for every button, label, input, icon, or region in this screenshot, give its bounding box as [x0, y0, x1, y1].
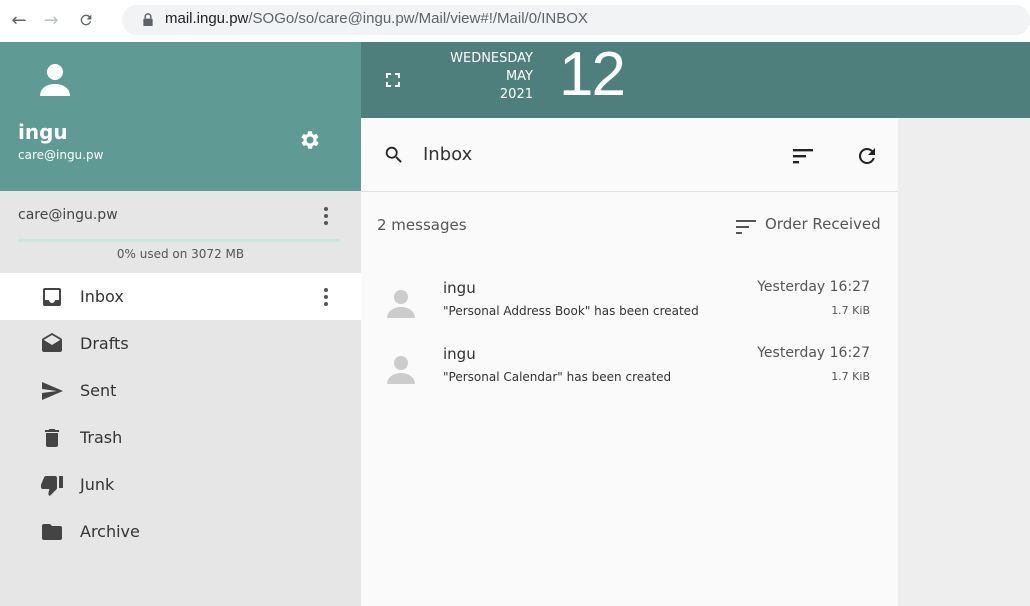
message-row[interactable]: ingu "Personal Address Book" has been cr… — [361, 276, 898, 340]
sender-avatar-icon — [387, 290, 415, 318]
folder-icon — [42, 524, 62, 540]
month: MAY — [505, 69, 533, 84]
reload-icon[interactable] — [75, 9, 97, 31]
avatar-icon — [40, 64, 70, 96]
sender-avatar-icon — [387, 356, 415, 384]
address-bar[interactable]: mail.ingu.pw/SOGo/so/care@ingu.pw/Mail/v… — [122, 5, 1030, 35]
fullscreen-icon[interactable] — [385, 72, 401, 88]
message-count: 2 messages — [377, 216, 467, 234]
message-list-panel: Inbox 2 messages Order Received ingu "Pe… — [361, 118, 898, 606]
send-icon — [42, 382, 63, 400]
list-toolbar: Inbox — [361, 118, 898, 192]
day-number: 12 — [559, 40, 626, 109]
more-vert-icon[interactable] — [318, 205, 334, 227]
gear-icon[interactable] — [298, 128, 322, 152]
message-view-pane — [898, 118, 1030, 606]
message-sender: ingu — [443, 279, 476, 297]
folder-sent[interactable]: Sent — [0, 367, 361, 414]
message-subject: "Personal Calendar" has been created — [443, 370, 672, 384]
message-row[interactable]: ingu "Personal Calendar" has been create… — [361, 342, 898, 406]
quota-text: 0% used on 3072 MB — [116, 247, 245, 261]
forward-arrow-icon[interactable]: → — [40, 9, 62, 31]
folder-label: Archive — [80, 522, 140, 541]
folder-archive[interactable]: Archive — [0, 508, 361, 555]
date-text: WEDNESDAY MAY 2021 — [421, 50, 533, 104]
folder-title: Inbox — [423, 144, 473, 165]
more-vert-icon[interactable] — [318, 285, 334, 309]
quota-bar — [18, 239, 340, 242]
user-email: care@ingu.pw — [18, 148, 104, 162]
order-label[interactable]: Order Received — [765, 215, 881, 233]
message-date: Yesterday 16:27 — [757, 279, 870, 295]
folder-inbox[interactable]: Inbox — [0, 273, 361, 320]
account-row[interactable]: care@ingu.pw — [0, 191, 361, 241]
inbox-icon — [43, 288, 61, 306]
folder-trash[interactable]: Trash — [0, 414, 361, 461]
search-icon[interactable] — [383, 144, 405, 166]
folder-junk[interactable]: Junk — [0, 461, 361, 508]
message-size: 1.7 KiB — [831, 304, 870, 317]
folder-label: Trash — [80, 428, 123, 447]
folder-drafts[interactable]: Drafts — [0, 320, 361, 367]
url-text: mail.ingu.pw/SOGo/so/care@ingu.pw/Mail/v… — [165, 10, 588, 27]
message-date: Yesterday 16:27 — [757, 345, 870, 361]
message-size: 1.7 KiB — [831, 370, 870, 383]
date-header: WEDNESDAY MAY 2021 12 — [361, 40, 1030, 118]
folder-label: Junk — [80, 475, 115, 494]
folder-label: Sent — [80, 381, 117, 400]
folder-label: Drafts — [80, 334, 129, 353]
year: 2021 — [499, 87, 533, 102]
sort-order-icon[interactable] — [735, 219, 757, 235]
user-panel: ingu care@ingu.pw — [0, 42, 361, 191]
thumb-down-icon — [41, 476, 63, 496]
weekday: WEDNESDAY — [450, 51, 533, 66]
browser-toolbar: ← → mail.ingu.pw/SOGo/so/care@ingu.pw/Ma… — [0, 0, 1030, 42]
back-arrow-icon[interactable]: ← — [8, 9, 30, 31]
message-subject: "Personal Address Book" has been created — [443, 304, 699, 318]
message-sender: ingu — [443, 345, 476, 363]
drafts-icon — [42, 333, 62, 352]
sort-icon[interactable] — [791, 146, 815, 166]
account-label: care@ingu.pw — [18, 207, 118, 223]
folder-label: Inbox — [80, 287, 124, 306]
sidebar: ingu care@ingu.pw care@ingu.pw 0% used o… — [0, 42, 361, 606]
list-summary: 2 messages Order Received — [361, 192, 898, 258]
trash-icon — [45, 429, 59, 447]
refresh-icon[interactable] — [855, 144, 879, 168]
user-name: ingu — [18, 120, 68, 144]
lock-icon — [143, 13, 153, 26]
